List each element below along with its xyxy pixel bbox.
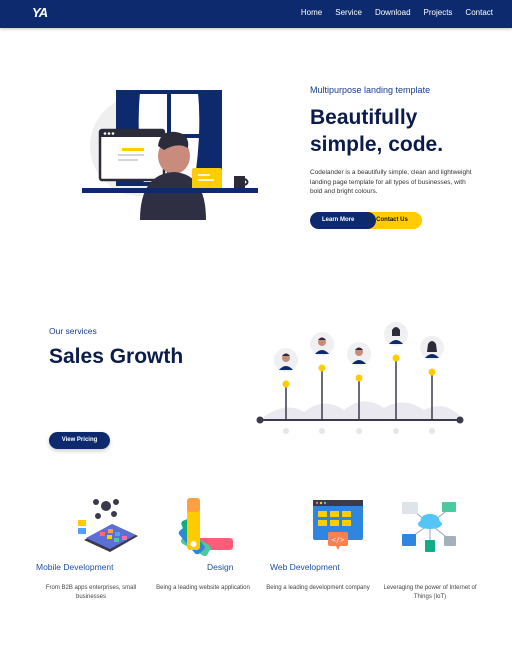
- feature-design: Design Being a leading website applicati…: [143, 494, 263, 591]
- nav-link-contact[interactable]: Contact: [465, 8, 493, 17]
- hero-title-line-2: simple, code.: [310, 133, 444, 156]
- view-pricing-button[interactable]: View Pricing: [49, 432, 110, 449]
- nav-links: Home Service Download Projects Contact: [301, 8, 493, 17]
- nav-link-service[interactable]: Service: [335, 8, 362, 17]
- learn-more-button[interactable]: Learn More: [310, 212, 376, 229]
- top-navbar: YA Home Service Download Projects Contac…: [0, 0, 512, 28]
- hero-title: Beautifully simple, code.: [310, 104, 500, 158]
- feature-title: Mobile Development: [36, 562, 114, 572]
- services-eyebrow: Our services: [49, 326, 97, 336]
- feature-description: Being a leading development company: [266, 585, 370, 591]
- feature-title: Design: [207, 562, 234, 572]
- web-code-icon: </>: [313, 500, 363, 550]
- feature-description: Being a leading website application: [156, 585, 250, 591]
- site-logo[interactable]: YA: [32, 5, 48, 20]
- hero-title-line-1: Beautifully: [310, 106, 418, 129]
- feature-iot: Leveraging the power of Internet of Thin…: [370, 494, 490, 600]
- sales-growth-illustration: [256, 322, 464, 434]
- developer-at-desk-illustration: [82, 90, 258, 220]
- nav-link-projects[interactable]: Projects: [424, 8, 453, 17]
- feature-description: From B2B apps enterprises, small busines…: [45, 585, 137, 600]
- hero-button-group: Contact Us Learn More: [310, 212, 422, 229]
- nav-link-home[interactable]: Home: [301, 8, 322, 17]
- feature-title: Web Development: [270, 562, 340, 572]
- hero-description: Codelander is a beautifully simple, clea…: [310, 169, 472, 195]
- iot-network-icon: [402, 502, 456, 552]
- hero-eyebrow: Multipurpose landing template: [310, 85, 431, 95]
- nav-link-download[interactable]: Download: [375, 8, 411, 17]
- mobile-apps-icon: [78, 499, 138, 552]
- svg-text:</>: </>: [332, 536, 345, 544]
- feature-description: Leveraging the power of Internet of Thin…: [383, 585, 477, 600]
- services-title: Sales Growth: [49, 345, 184, 368]
- color-palette-icon: [178, 498, 233, 556]
